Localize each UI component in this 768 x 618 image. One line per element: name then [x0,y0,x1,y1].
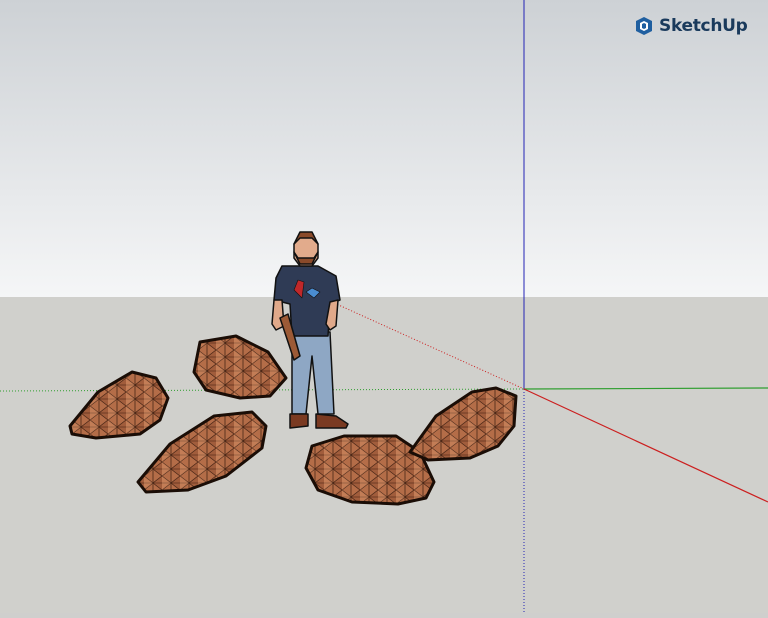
sketchup-logo-icon [636,17,652,35]
logo-text: SketchUp [659,16,748,36]
scene-canvas[interactable] [0,0,768,613]
sky [0,0,768,297]
modeling-viewport[interactable]: SketchUp [0,0,768,613]
person-left-shoe [289,413,309,429]
sketchup-logo: SketchUp [634,14,748,38]
